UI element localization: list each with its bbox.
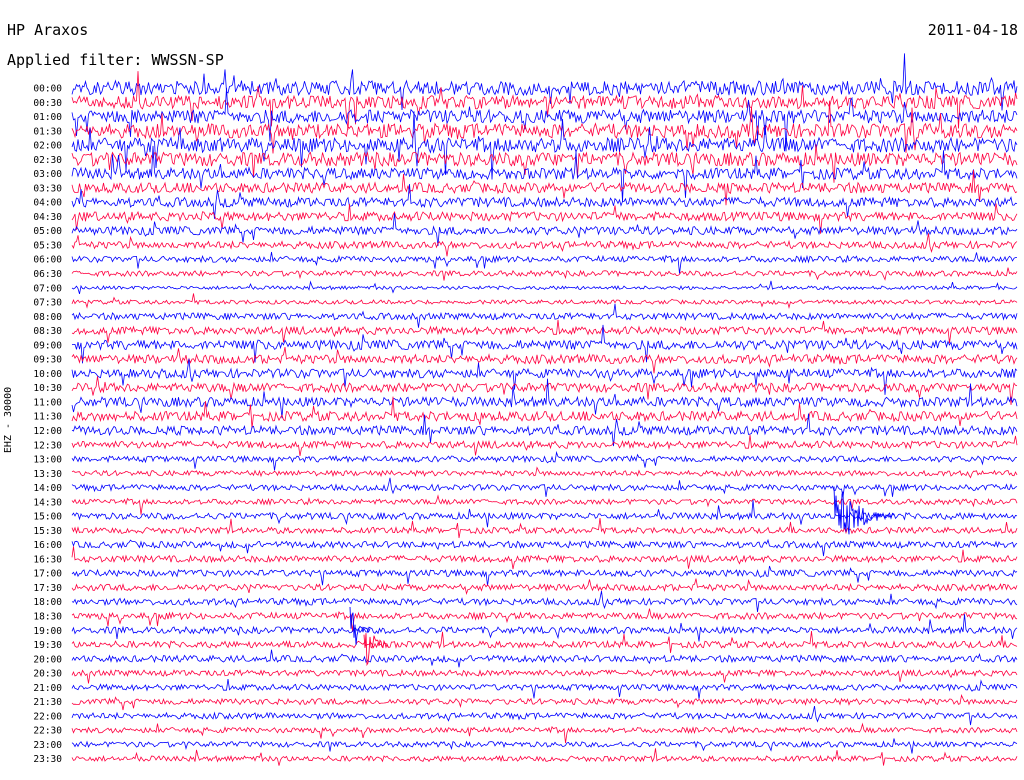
time-tick-label: 14:30: [33, 497, 62, 508]
time-tick-label: 15:30: [33, 526, 62, 537]
time-tick-label: 12:30: [33, 440, 62, 451]
helicorder-plot: 00:00 00:30 01:00 01:30 02:00 02:30 03:00 03:30…: [33, 53, 1018, 766]
time-tick-label: 10:00: [33, 369, 62, 380]
time-tick-label: 09:30: [33, 355, 62, 366]
time-tick-label: 20:30: [33, 669, 62, 680]
time-tick-label: 05:30: [33, 240, 62, 251]
seismic-trace-line: [71, 668, 1018, 684]
time-tick-label: 18:00: [33, 597, 62, 608]
seismic-trace-line: [71, 466, 1018, 479]
seismic-trace-line: [71, 693, 1018, 711]
time-tick-label: 17:30: [33, 583, 62, 594]
time-tick-label: 14:00: [33, 483, 62, 494]
time-tick-label: 01:00: [33, 112, 62, 123]
seismic-trace-line: [71, 722, 1018, 744]
seismic-trace-line: [71, 590, 1018, 612]
time-tick-label: 03:30: [33, 183, 62, 194]
seismic-trace-line: [71, 376, 1018, 405]
seismic-trace-line: [71, 213, 1018, 246]
time-tick-label: 10:30: [33, 383, 62, 394]
seismic-trace-line: [71, 494, 1018, 515]
seismic-trace-line: [71, 434, 1018, 456]
seismic-traces: [71, 53, 1018, 766]
time-tick-label: 21:00: [33, 683, 62, 694]
seismic-trace-line: [71, 748, 1018, 766]
seismic-trace-line: [71, 565, 1018, 586]
seismic-trace-line: [71, 706, 1018, 726]
seismic-trace-line: [71, 251, 1017, 274]
time-tick-label: 09:00: [33, 340, 62, 351]
seismic-trace-line: [71, 280, 1018, 295]
time-tick-label: 16:00: [33, 540, 62, 551]
time-tick-label: 04:00: [33, 198, 62, 209]
seismic-trace-line: [71, 267, 1018, 281]
seismic-trace-line: [71, 678, 1018, 699]
time-tick-label: 03:00: [33, 169, 62, 180]
seismic-trace-line: [71, 450, 1018, 471]
seismic-trace-line: [71, 303, 1018, 328]
time-tick-label: 21:30: [33, 697, 62, 708]
seismic-trace-line: [71, 145, 1018, 202]
time-tick-label: 12:00: [33, 426, 62, 437]
time-tick-label: 18:30: [33, 611, 62, 622]
time-tick-label: 19:00: [33, 626, 62, 637]
seismic-trace-line: [71, 546, 1018, 570]
time-tick-label: 16:30: [33, 554, 62, 565]
seismic-trace-line: [71, 608, 1018, 632]
time-tick-label: 00:30: [33, 98, 62, 109]
seismic-trace-line: [71, 293, 1018, 310]
time-tick-label: 17:00: [33, 569, 62, 580]
time-tick-label: 07:30: [33, 298, 62, 309]
time-tick-label: 05:00: [33, 226, 62, 237]
seismic-trace-line: [71, 631, 1018, 653]
seismic-trace-line: [71, 518, 1018, 539]
time-tick-label: 02:30: [33, 155, 62, 166]
time-axis-labels: 00:00 00:30 01:00 01:30 02:00 02:30 03:00 03:30…: [33, 84, 62, 766]
time-tick-label: 02:00: [33, 141, 62, 152]
seismic-trace-line: [71, 578, 1018, 596]
time-tick-label: 06:00: [33, 255, 62, 266]
time-tick-label: 00:00: [33, 84, 62, 95]
seismic-trace-line: [71, 614, 1018, 642]
time-tick-label: 19:30: [33, 640, 62, 651]
time-tick-label: 11:00: [33, 397, 62, 408]
time-tick-label: 13:00: [33, 455, 62, 466]
time-tick-label: 08:00: [33, 312, 62, 323]
seismic-trace-line: [71, 738, 1018, 754]
time-tick-label: 01:30: [33, 126, 62, 137]
time-tick-label: 08:30: [33, 326, 62, 337]
seismic-trace-line: [71, 538, 1018, 557]
time-tick-label: 22:30: [33, 726, 62, 737]
seismic-trace-line: [71, 233, 1018, 257]
seismic-trace-line: [71, 649, 1018, 668]
time-tick-label: 15:00: [33, 512, 62, 523]
seismic-trace-line: [71, 477, 1018, 497]
seismic-event-burst: [833, 486, 895, 535]
time-tick-label: 23:30: [33, 754, 62, 765]
time-tick-label: 04:30: [33, 212, 62, 223]
time-tick-label: 06:30: [33, 269, 62, 280]
time-tick-label: 11:30: [33, 412, 62, 423]
time-tick-label: 23:00: [33, 740, 62, 751]
time-tick-label: 07:00: [33, 283, 62, 294]
time-tick-label: 22:00: [33, 711, 62, 722]
time-tick-label: 20:00: [33, 654, 62, 665]
time-tick-label: 13:30: [33, 469, 62, 480]
seismic-trace-line: [71, 319, 1018, 344]
